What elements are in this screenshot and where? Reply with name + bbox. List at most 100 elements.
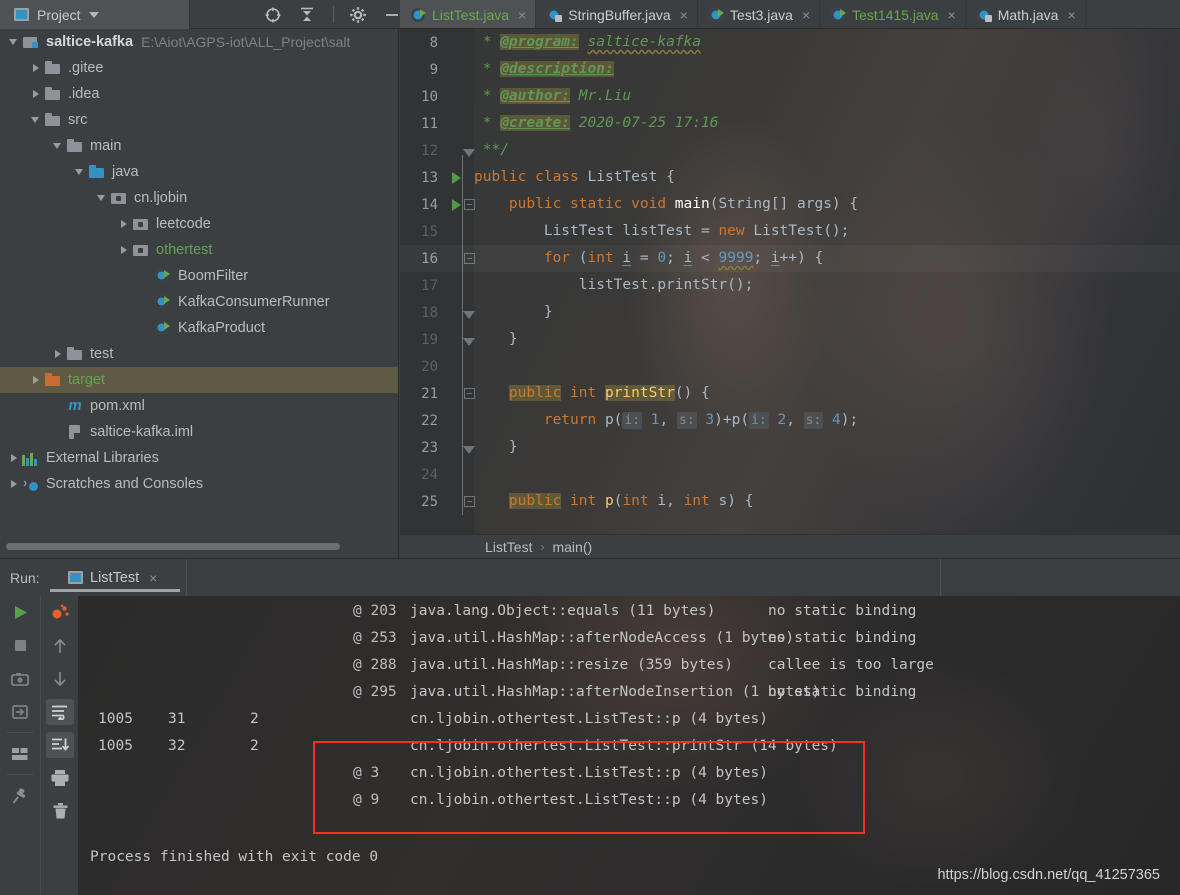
editor-tab-label: ListTest.java — [432, 6, 510, 23]
soft-wrap-icon[interactable] — [46, 698, 74, 725]
tree-item-othertest[interactable]: othertest — [0, 237, 398, 263]
code-text[interactable]: * @program: saltice-kafka * @description… — [474, 29, 1180, 534]
tree-item-saltice-kafka-iml[interactable]: saltice-kafka.iml — [0, 419, 398, 445]
console-output[interactable]: @ 203 java.lang.Object::equals (11 bytes)… — [78, 596, 1180, 895]
code-line-8[interactable]: * @program: saltice-kafka — [474, 29, 1180, 56]
tree-item-main[interactable]: main — [0, 133, 398, 159]
editor-tab-math-java[interactable]: Math.java × — [966, 0, 1086, 28]
run-gutter-icon[interactable] — [452, 199, 461, 211]
scroll-to-end-icon-wrap[interactable] — [41, 728, 79, 761]
editor-tab-listtest-java[interactable]: ListTest.java × — [400, 0, 537, 28]
chevron-right-icon[interactable] — [28, 86, 44, 102]
code-line-17[interactable]: listTest.printStr(); — [474, 272, 1180, 299]
chevron-down-icon[interactable] — [50, 138, 66, 154]
console-cell: cn.ljobin.othertest.ListTest::p (4 bytes… — [410, 792, 768, 808]
code-line-25[interactable]: public int p(int i, int s) { — [474, 488, 1180, 515]
layout-icon[interactable] — [0, 737, 40, 770]
code-line-16[interactable]: for (int i = 0; i < 9999; i++) { — [474, 245, 1180, 272]
tree-item--idea[interactable]: .idea — [0, 81, 398, 107]
code-line-12[interactable]: **/ — [474, 137, 1180, 164]
tree-item-saltice-kafka[interactable]: saltice-kafka E:\Aiot\AGPS-iot\ALL_Projec… — [0, 29, 398, 55]
breadcrumb[interactable]: ListTest › main() — [400, 534, 1180, 558]
tree-item-pom-xml[interactable]: m pom.xml — [0, 393, 398, 419]
code-line-19[interactable]: } — [474, 326, 1180, 353]
close-icon[interactable]: × — [802, 7, 810, 23]
breadcrumb-class[interactable]: ListTest — [485, 539, 532, 555]
profiler-icon[interactable] — [41, 596, 79, 629]
close-icon[interactable]: × — [149, 570, 157, 586]
chevron-right-icon[interactable] — [28, 372, 44, 388]
tree-item-label: saltice-kafka — [46, 34, 134, 50]
line-number-10: 10 — [421, 88, 438, 105]
console-cell: @ 253 — [353, 630, 397, 646]
chevron-right-icon[interactable] — [50, 346, 66, 362]
code-line-9[interactable]: * @description: — [474, 56, 1180, 83]
down-arrow-icon[interactable] — [41, 662, 79, 695]
scroll-to-end-icon[interactable] — [46, 731, 74, 758]
tree-item--gitee[interactable]: .gitee — [0, 55, 398, 81]
chevron-right-icon[interactable] — [28, 60, 44, 76]
code-line-20[interactable] — [474, 353, 1180, 380]
code-line-11[interactable]: * @create: 2020-07-25 17:16 — [474, 110, 1180, 137]
tree-item-cn-ljobin[interactable]: cn.ljobin — [0, 185, 398, 211]
project-toolwindow-tab[interactable]: Project — [0, 0, 190, 29]
stop-icon[interactable] — [0, 629, 40, 662]
chevron-right-icon[interactable] — [6, 450, 22, 466]
editor-tab-stringbuffer-java[interactable]: StringBuffer.java × — [536, 0, 698, 28]
chevron-right-icon[interactable] — [6, 476, 22, 492]
chevron-right-icon[interactable] — [116, 242, 132, 258]
tree-item-test[interactable]: test — [0, 341, 398, 367]
sidebar-hscrollbar-track[interactable] — [0, 543, 398, 554]
trash-icon[interactable] — [41, 794, 79, 827]
chevron-down-icon[interactable] — [88, 11, 99, 18]
pin-icon[interactable] — [0, 779, 40, 812]
line-number-24: 24 — [421, 466, 438, 483]
close-icon[interactable]: × — [948, 7, 956, 23]
minimize-icon[interactable] — [382, 5, 402, 25]
code-line-13[interactable]: public class ListTest { — [474, 164, 1180, 191]
locate-icon[interactable] — [263, 5, 283, 25]
code-line-21[interactable]: public int printStr() { — [474, 380, 1180, 407]
settings-gear-icon[interactable] — [348, 5, 368, 25]
code-line-15[interactable]: ListTest listTest = new ListTest(); — [474, 218, 1180, 245]
export-icon[interactable] — [0, 695, 40, 728]
code-line-10[interactable]: * @author: Mr.Liu — [474, 83, 1180, 110]
chevron-down-icon[interactable] — [94, 190, 110, 206]
tree-item-external-libraries[interactable]: External Libraries — [0, 445, 398, 471]
up-arrow-icon[interactable] — [41, 629, 79, 662]
close-icon[interactable]: × — [1067, 7, 1075, 23]
code-line-14[interactable]: public static void main(String[] args) { — [474, 191, 1180, 218]
divider — [940, 559, 941, 596]
soft-wrap-icon-wrap[interactable] — [41, 695, 79, 728]
tree-item-target[interactable]: target — [0, 367, 398, 393]
tree-item-scratches-and-consoles[interactable]: Scratches and Consoles — [0, 471, 398, 497]
tree-item-kafkaconsumerrunner[interactable]: KafkaConsumerRunner — [0, 289, 398, 315]
collapse-all-icon[interactable] — [297, 5, 317, 25]
run-gutter-icon[interactable] — [452, 172, 461, 184]
sidebar-hscrollbar-thumb[interactable] — [6, 543, 340, 550]
rerun-icon[interactable] — [0, 596, 40, 629]
screenshot-icon[interactable] — [0, 662, 40, 695]
editor-tab-test1415-java[interactable]: Test1415.java × — [820, 0, 966, 28]
print-icon[interactable] — [41, 761, 79, 794]
code-line-22[interactable]: return p(i: 1, s: 3)+p(i: 2, s: 4); — [474, 407, 1180, 434]
close-icon[interactable]: × — [680, 7, 688, 23]
tree-item-kafkaproduct[interactable]: KafkaProduct — [0, 315, 398, 341]
chevron-down-icon[interactable] — [6, 34, 22, 50]
editor-tab-test3-java[interactable]: Test3.java × — [698, 0, 821, 28]
chevron-down-icon[interactable] — [72, 164, 88, 180]
code-line-24[interactable] — [474, 461, 1180, 488]
tree-item-src[interactable]: src — [0, 107, 398, 133]
chevron-down-icon[interactable] — [28, 112, 44, 128]
code-line-23[interactable]: } — [474, 434, 1180, 461]
code-line-18[interactable]: } — [474, 299, 1180, 326]
tree-item-boomfilter[interactable]: BoomFilter — [0, 263, 398, 289]
close-icon[interactable]: × — [518, 7, 526, 23]
tree-item-java[interactable]: java — [0, 159, 398, 185]
chevron-right-icon[interactable] — [116, 216, 132, 232]
tree-item-leetcode[interactable]: leetcode — [0, 211, 398, 237]
project-tree[interactable]: saltice-kafka E:\Aiot\AGPS-iot\ALL_Projec… — [0, 29, 399, 558]
breadcrumb-method[interactable]: main() — [552, 539, 592, 555]
divider — [7, 732, 33, 733]
process-finished-line: Process finished with exit code 0 — [90, 849, 379, 865]
